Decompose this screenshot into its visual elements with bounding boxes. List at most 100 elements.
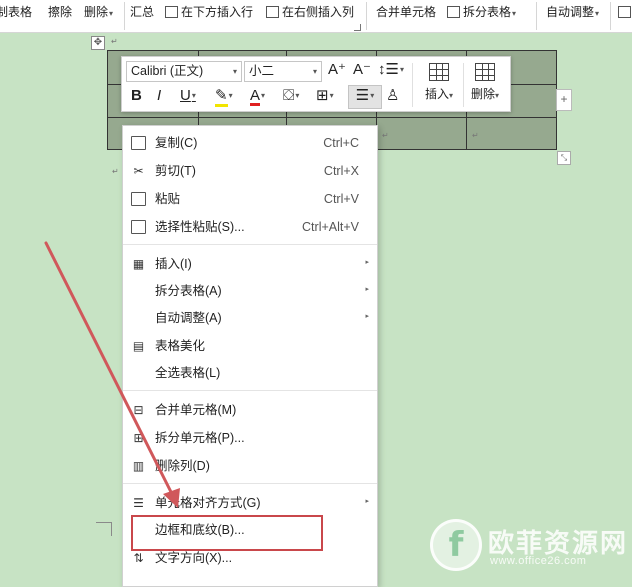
menu-item-shortcut: Ctrl+C — [323, 136, 359, 150]
more-icon — [618, 6, 631, 18]
menu-item-insert[interactable]: ▦ 插入(I) ▸ — [123, 252, 377, 276]
ribbon-divider — [124, 2, 125, 30]
delete-button[interactable]: 删除▾ — [84, 4, 113, 20]
grow-font-button[interactable]: A⁺ — [328, 60, 346, 80]
toolbar-divider — [463, 63, 464, 107]
shading-button[interactable]: ⛋▾ — [283, 86, 299, 106]
auto-fit-button[interactable]: 自动调整▾ — [546, 4, 599, 20]
format-painter-button[interactable]: ♙ — [386, 86, 399, 106]
merge-cells-button[interactable]: 合并单元格 — [376, 4, 436, 20]
ribbon-divider — [610, 2, 611, 30]
summarize-label: 汇总 — [130, 5, 155, 19]
highlight-box — [131, 515, 323, 551]
menu-item-label: 选择性粘贴(S)... — [155, 220, 245, 234]
dialog-launcher-icon[interactable] — [354, 24, 361, 31]
format-painter-icon: ♙ — [386, 87, 400, 104]
insert-row-below-button[interactable]: 在下方插入行 — [165, 4, 253, 20]
paste-icon — [131, 192, 146, 206]
chevron-down-icon: ▾ — [449, 91, 454, 100]
menu-item-table-style[interactable]: ▤ 表格美化 — [123, 334, 377, 358]
submenu-arrow-icon: ▸ — [365, 259, 369, 266]
menu-item-label: 粘贴 — [155, 192, 181, 206]
chevron-down-icon: ▾ — [370, 91, 375, 100]
add-column-button[interactable]: + — [556, 89, 572, 111]
watermark-url: www.office26.com — [490, 555, 587, 567]
mini-delete-button[interactable]: 删除▾ — [465, 63, 505, 102]
paragraph-mark: ↵ — [112, 167, 119, 176]
borders-icon: ⊞ — [316, 87, 329, 104]
insert-column-right-icon — [266, 6, 279, 18]
ribbon-divider — [536, 2, 537, 30]
highlight-button[interactable]: ✎▾ — [215, 86, 233, 107]
erase-button[interactable]: 擦除 — [48, 4, 72, 20]
insert-column-right-button[interactable]: 在右侧插入列 — [266, 4, 354, 20]
menu-item-label: 剪切(T) — [155, 164, 196, 178]
chevron-down-icon: ▾ — [191, 91, 196, 100]
menu-item-delete-column[interactable]: ▥ 删除列(D) — [123, 454, 377, 478]
chevron-down-icon: ▾ — [495, 91, 500, 100]
scissors-icon: ✂ — [133, 164, 144, 178]
bold-button[interactable]: B — [131, 86, 142, 106]
italic-button[interactable]: I — [157, 86, 161, 106]
table-delete-icon — [475, 63, 495, 81]
cell-end-mark: ↵ — [382, 131, 389, 140]
underline-button[interactable]: U▾ — [180, 86, 196, 106]
menu-item-label: 文字方向(X)... — [155, 551, 233, 565]
menu-item-select-table[interactable]: 全选表格(L) — [123, 361, 377, 385]
chevron-down-icon: ▾ — [329, 91, 334, 100]
menu-item-paste[interactable]: 粘贴 Ctrl+V — [123, 187, 377, 211]
watermark: f 欧菲资源网 www.office26.com — [430, 519, 630, 577]
menu-item-cell-alignment[interactable]: ☰ 单元格对齐方式(G) ▸ — [123, 491, 377, 515]
text-direction-icon: ⇅ — [133, 551, 144, 565]
copy-icon — [131, 136, 146, 150]
draw-table-button[interactable]: 制表格 — [0, 4, 32, 20]
split-table-label: 拆分表格 — [463, 5, 512, 19]
submenu-arrow-icon: ▸ — [365, 286, 369, 293]
alignment-button[interactable]: ☰▾ — [348, 85, 382, 109]
chevron-down-icon: ▾ — [312, 67, 317, 76]
menu-item-paste-special[interactable]: 选择性粘贴(S)... Ctrl+Alt+V — [123, 215, 377, 239]
menu-item-shortcut: Ctrl+X — [323, 164, 359, 178]
menu-separator — [123, 244, 377, 245]
ribbon-toolbar: 制表格 擦除 删除▾ 汇总 在下方插入行 在右侧插入列 合并单元格 拆分表格▾ … — [0, 0, 632, 33]
table-resize-handle-icon[interactable]: ⤡ — [557, 151, 571, 165]
align-icon: ☰ — [355, 87, 370, 104]
table-move-handle-icon[interactable]: ✥ — [91, 36, 105, 50]
menu-item-merge-cells[interactable]: ⊟ 合并单元格(M) — [123, 398, 377, 422]
menu-item-copy[interactable]: 复制(C) Ctrl+C — [123, 131, 377, 155]
more-options-button[interactable] — [618, 4, 632, 20]
font-color-icon: A — [250, 87, 261, 106]
font-size-select[interactable]: 小二 ▾ — [244, 61, 322, 82]
menu-item-split-table[interactable]: 拆分表格(A) ▸ — [123, 279, 377, 303]
table-insert-icon — [429, 63, 449, 81]
chevron-down-icon: ▾ — [399, 65, 404, 74]
menu-item-auto-fit[interactable]: 自动调整(A) ▸ — [123, 306, 377, 330]
font-size-value: 小二 — [249, 64, 275, 78]
font-name-select[interactable]: Calibri (正文) ▾ — [126, 61, 242, 82]
mini-insert-button[interactable]: 插入▾ — [419, 63, 459, 102]
italic-icon: I — [157, 87, 162, 104]
font-color-button[interactable]: A▾ — [250, 86, 265, 106]
cell-align-icon: ☰ — [133, 496, 144, 510]
submenu-arrow-icon: ▸ — [365, 313, 369, 320]
split-table-button[interactable]: 拆分表格▾ — [447, 4, 516, 20]
paste-special-icon — [131, 220, 146, 234]
summarize-button[interactable]: 汇总 — [130, 4, 154, 20]
split-cells-icon: ⊞ — [133, 431, 144, 445]
menu-item-label: 拆分表格(A) — [155, 284, 222, 298]
underline-icon: U — [180, 87, 191, 104]
line-spacing-button[interactable]: ↕☰▾ — [378, 60, 404, 80]
auto-fit-label: 自动调整 — [546, 5, 595, 19]
mini-delete-label: 删除 — [470, 87, 495, 101]
menu-item-cut[interactable]: ✂ 剪切(T) Ctrl+X — [123, 159, 377, 183]
menu-item-split-cells[interactable]: ⊞ 拆分单元格(P)... — [123, 426, 377, 450]
erase-label: 擦除 — [48, 5, 73, 19]
chevron-down-icon: ▾ — [295, 91, 300, 100]
shrink-font-button[interactable]: A⁻ — [353, 60, 371, 80]
paint-bucket-icon: ⛋ — [283, 87, 295, 104]
line-spacing-icon: ↕☰ — [378, 61, 399, 78]
menu-item-label: 拆分单元格(P)... — [155, 431, 245, 445]
borders-button[interactable]: ⊞▾ — [316, 86, 334, 106]
merge-cells-label: 合并单元格 — [376, 5, 437, 19]
shrink-font-icon: A⁻ — [353, 61, 371, 78]
